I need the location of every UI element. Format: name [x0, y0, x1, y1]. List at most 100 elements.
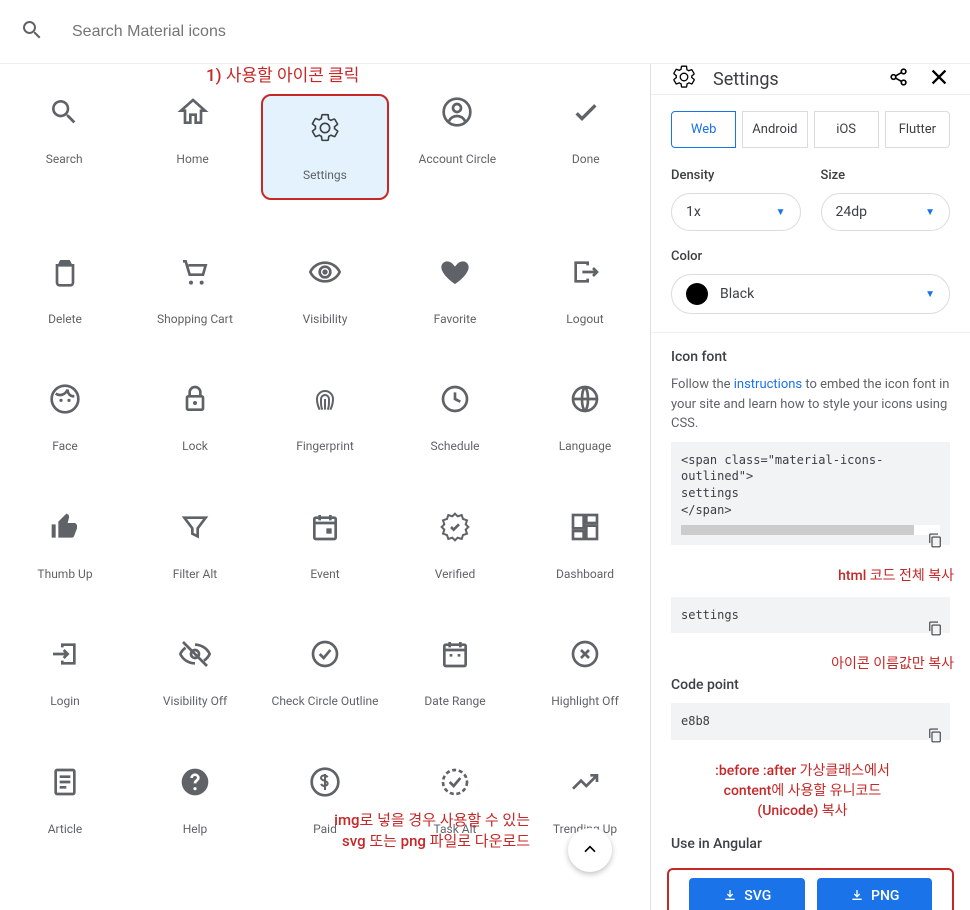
icon-font-title: Icon font	[671, 349, 950, 365]
icon-cell-face[interactable]: Face	[5, 381, 125, 455]
search-icon	[20, 18, 44, 46]
size-label: Size	[821, 168, 951, 183]
icon-label: Account Circle	[419, 152, 497, 168]
close-icon[interactable]	[928, 66, 950, 92]
task_alt-icon	[437, 764, 473, 800]
download-svg-button[interactable]: SVG	[689, 878, 805, 910]
icon-label: Done	[572, 152, 600, 168]
copy-html-button[interactable]	[926, 531, 944, 549]
annotation-copy-name: 아이콘 이름값만 복사	[651, 649, 970, 673]
icon-cell-article[interactable]: Article	[5, 764, 125, 838]
icon-label: Shopping Cart	[157, 312, 233, 328]
icon-cell-language[interactable]: Language	[525, 381, 645, 455]
scroll-to-top-button[interactable]	[568, 828, 612, 872]
icon-cell-visibility[interactable]: Visibility	[265, 254, 385, 328]
icon-label: Filter Alt	[173, 567, 217, 583]
annotation-download: img로 넣을 경우 사용할 수 있는 svg 또는 png 파일로 다운로드	[200, 810, 530, 852]
icon-label: Visibility Off	[163, 694, 227, 710]
icon-cell-event[interactable]: Event	[265, 509, 385, 583]
icon-label: Fingerprint	[296, 439, 354, 455]
icon-cell-highlight_off[interactable]: Highlight Off	[525, 636, 645, 710]
article-icon	[47, 764, 83, 800]
account_circle-icon	[439, 94, 475, 130]
angular-title: Use in Angular	[671, 836, 950, 852]
done-icon	[568, 94, 604, 130]
filter_alt-icon	[177, 509, 213, 545]
icon-cell-home[interactable]: Home	[133, 94, 253, 200]
density-select[interactable]: 1x▼	[671, 193, 801, 231]
density-label: Density	[671, 168, 801, 183]
visibility-icon	[307, 254, 343, 290]
icon-label: Search	[46, 152, 83, 168]
annotation-copy-html: html 코드 전체 복사	[651, 561, 970, 585]
event-icon	[307, 509, 343, 545]
icon-cell-fingerprint[interactable]: Fingerprint	[265, 381, 385, 455]
icon-cell-account_circle[interactable]: Account Circle	[397, 94, 517, 200]
size-select[interactable]: 24dp▼	[821, 193, 951, 231]
icon-label: Lock	[182, 439, 208, 455]
language-icon	[567, 381, 603, 417]
thumb_up-icon	[47, 509, 83, 545]
icon-cell-favorite[interactable]: Favorite	[395, 254, 515, 328]
icon-cell-date_range[interactable]: Date Range	[395, 636, 515, 710]
chevron-down-icon: ▼	[925, 289, 935, 300]
icon-cell-check_circle_outline[interactable]: Check Circle Outline	[265, 636, 385, 710]
icon-label: Favorite	[434, 312, 477, 328]
paid-icon	[307, 764, 343, 800]
icon-cell-done[interactable]: Done	[526, 94, 646, 200]
icon-cell-delete[interactable]: Delete	[5, 254, 125, 328]
copy-name-button[interactable]	[926, 619, 944, 637]
tab-flutter[interactable]: Flutter	[885, 111, 950, 148]
search-bar	[0, 0, 970, 64]
visibility_off-icon	[177, 636, 213, 672]
icon-cell-filter_alt[interactable]: Filter Alt	[135, 509, 255, 583]
color-select[interactable]: Black ▼	[671, 274, 950, 314]
code-point-snippet: e8b8	[671, 703, 950, 740]
icon-cell-search[interactable]: Search	[4, 94, 124, 200]
color-label: Color	[671, 249, 950, 264]
share-icon[interactable]	[888, 66, 910, 92]
icon-cell-trending_up[interactable]: Trending Up	[525, 764, 645, 838]
annotation-codepoint: :before :after 가상클래스에서 content에 사용할 유니코드…	[651, 756, 970, 820]
icon-label: Article	[48, 822, 83, 838]
download-png-button[interactable]: PNG	[817, 878, 933, 910]
instructions-link[interactable]: instructions	[734, 377, 802, 392]
icon-cell-schedule[interactable]: Schedule	[395, 381, 515, 455]
tab-ios[interactable]: iOS	[814, 111, 879, 148]
shopping_cart-icon	[177, 254, 213, 290]
help-icon	[177, 764, 213, 800]
name-code-snippet: settings	[671, 597, 950, 634]
copy-codepoint-button[interactable]	[926, 726, 944, 744]
icon-label: Language	[559, 439, 612, 455]
icon-cell-logout[interactable]: Logout	[525, 254, 645, 328]
settings-icon	[307, 110, 343, 146]
platform-tabs: WebAndroidiOSFlutter	[651, 95, 970, 148]
icon-cell-shopping_cart[interactable]: Shopping Cart	[135, 254, 255, 328]
color-swatch	[686, 283, 708, 305]
tab-web[interactable]: Web	[671, 111, 736, 148]
icon-cell-lock[interactable]: Lock	[135, 381, 255, 455]
icon-label: Event	[310, 567, 339, 583]
lock-icon	[177, 381, 213, 417]
icon-label: Thumb Up	[37, 567, 92, 583]
icon-label: Home	[176, 152, 208, 168]
icon-cell-verified[interactable]: Verified	[395, 509, 515, 583]
trending_up-icon	[567, 764, 603, 800]
icon-label: Schedule	[430, 439, 479, 455]
annotation-click-icon: 1) 사용할 아이콘 클릭	[206, 61, 359, 86]
icon-cell-login[interactable]: Login	[5, 636, 125, 710]
tab-android[interactable]: Android	[742, 111, 807, 148]
search-icon	[46, 94, 82, 130]
details-sidebar: Settings WebAndroidiOSFlutter Density 1x…	[650, 64, 970, 910]
icon-cell-thumb_up[interactable]: Thumb Up	[5, 509, 125, 583]
highlight_off-icon	[567, 636, 603, 672]
icon-cell-dashboard[interactable]: Dashboard	[525, 509, 645, 583]
search-input[interactable]	[72, 23, 312, 41]
icon-cell-visibility_off[interactable]: Visibility Off	[135, 636, 255, 710]
date_range-icon	[437, 636, 473, 672]
icon-label: Dashboard	[556, 567, 614, 583]
icon-label: Delete	[48, 312, 82, 328]
favorite-icon	[437, 254, 473, 290]
icon-cell-settings[interactable]: Settings	[261, 94, 389, 200]
verified-icon	[437, 509, 473, 545]
